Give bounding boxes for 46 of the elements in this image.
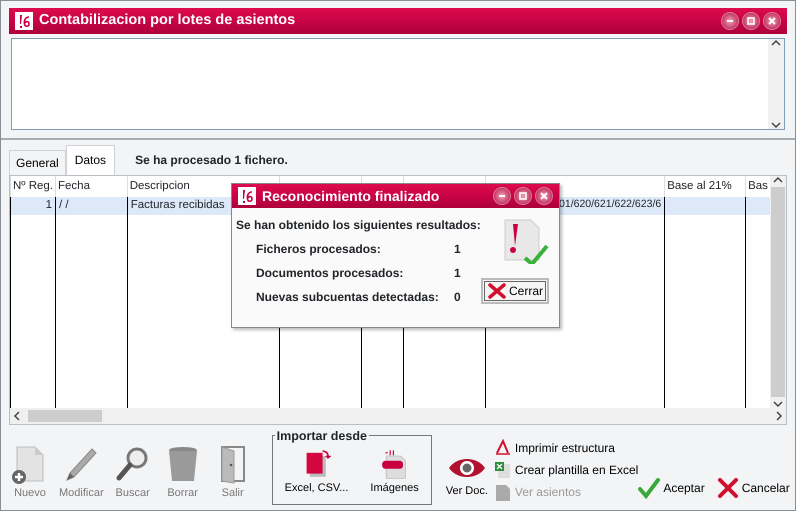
view-document-button[interactable]: Ver Doc. — [446, 452, 488, 499]
scroll-up-icon — [773, 176, 783, 184]
import-button[interactable]: Imágenes — [370, 448, 419, 496]
result-value: 1 — [454, 241, 461, 258]
checkmark-icon — [638, 477, 660, 499]
scrollbar[interactable] — [768, 39, 784, 129]
import-button[interactable]: Excel, CSV... — [284, 448, 348, 496]
cross-icon — [716, 477, 739, 499]
close-dialog-button[interactable]: Cerrar — [480, 278, 549, 304]
text-area[interactable] — [11, 38, 785, 130]
table-cell: 1 — [10, 197, 56, 216]
result-label: Nuevas subcuentas detectadas: — [256, 289, 440, 306]
scroll-up-icon — [771, 39, 781, 47]
result-label: Ficheros procesados: — [256, 241, 382, 258]
status-message: Se ha procesado 1 fichero. — [135, 152, 288, 169]
maximize-button[interactable] — [742, 12, 760, 30]
close-button[interactable] — [535, 187, 553, 205]
window-title: Contabilizacion por lotes de asientos — [39, 11, 296, 30]
close-button[interactable] — [763, 12, 781, 30]
maximize-button[interactable] — [514, 187, 532, 205]
dialog-button[interactable]: Aceptar — [638, 477, 705, 499]
maximize-icon — [517, 190, 529, 202]
logo-icon — [15, 12, 33, 30]
tab[interactable]: Datos — [66, 145, 116, 175]
link-button[interactable]: Imprimir estructura — [494, 437, 638, 459]
scrollbar[interactable] — [770, 176, 786, 408]
tab[interactable]: General — [9, 150, 66, 175]
minimize-button[interactable] — [493, 187, 511, 205]
document-icon — [494, 483, 512, 501]
scrollbar[interactable] — [10, 408, 786, 424]
scroll-down-icon — [773, 400, 783, 408]
scroll-down-icon — [771, 121, 781, 129]
minimize-button[interactable] — [721, 12, 739, 30]
dialog-button[interactable]: Cancelar — [716, 477, 790, 499]
logo-icon — [238, 187, 256, 205]
close-icon — [766, 15, 778, 27]
link-button[interactable]: Crear plantilla en Excel — [494, 459, 638, 481]
maximize-icon — [745, 15, 757, 27]
result-value: 0 — [454, 289, 461, 306]
dialog-message: Se han obtenido los siguientes resultados: — [236, 217, 481, 234]
result-label: Documentos procesados: — [256, 265, 404, 282]
spreadsheet-icon — [494, 461, 512, 479]
table-cell: / / — [56, 197, 128, 216]
close-icon — [538, 190, 550, 202]
result-value: 1 — [454, 265, 461, 282]
cross-icon — [486, 282, 507, 300]
